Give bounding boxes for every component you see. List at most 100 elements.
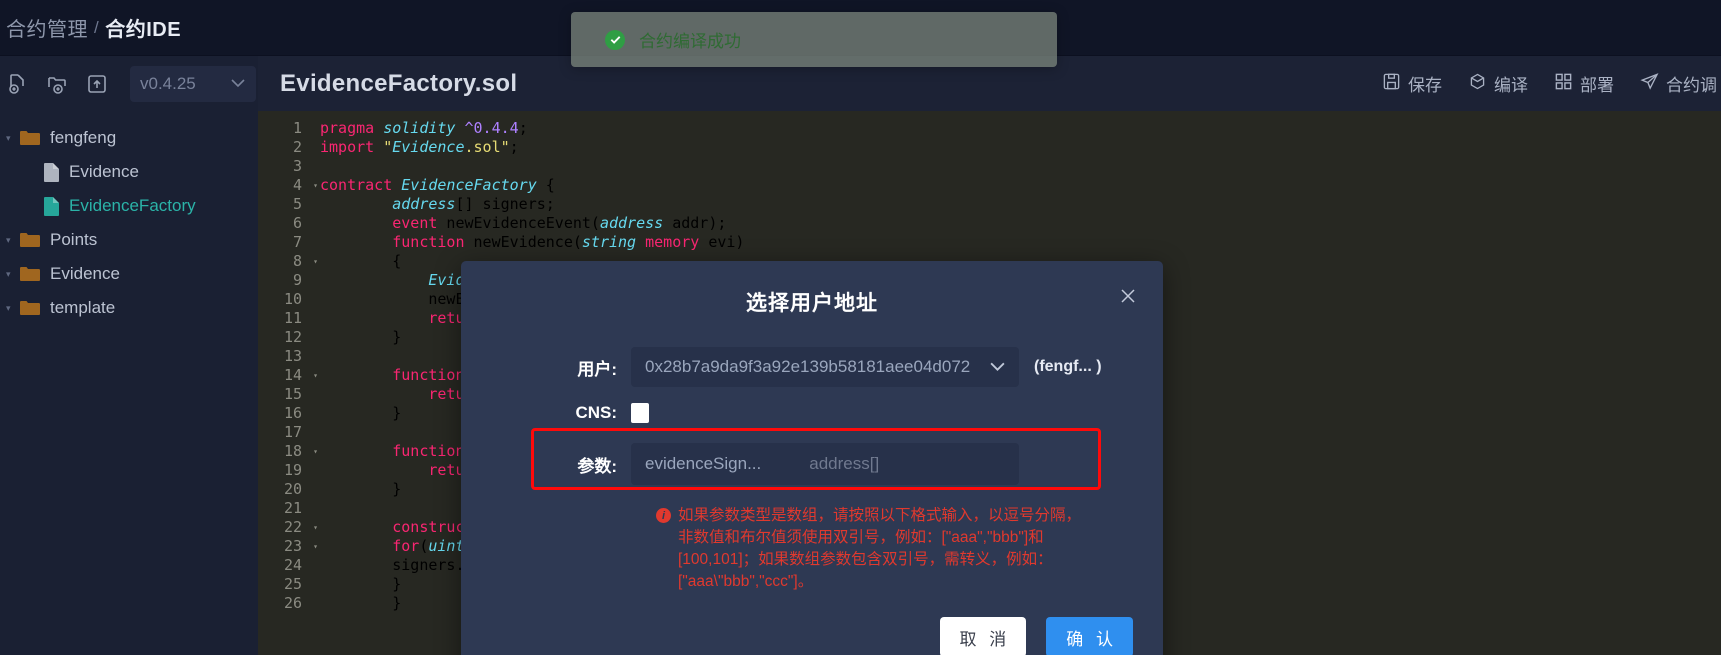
fold-toggle-icon[interactable]: ▾ [313, 176, 318, 195]
code-line: pragma solidity ^0.4.4; [320, 119, 528, 137]
confirm-button[interactable]: 确 认 [1046, 617, 1133, 655]
line-number: 2 [292, 138, 302, 156]
line-number: 18 ▾ [283, 442, 318, 460]
chevron-right-icon[interactable]: ▾ [6, 303, 20, 314]
fold-toggle-icon[interactable]: ▾ [313, 537, 318, 556]
folder-icon [20, 266, 40, 282]
line-number: 8 ▾ [292, 252, 318, 270]
line-number: 12 [283, 328, 302, 346]
cns-checkbox[interactable] [631, 403, 649, 423]
param-name-label: evidenceSign... [645, 454, 762, 473]
line-number: 5 [292, 195, 302, 213]
line-number: 13 [283, 347, 302, 365]
chevron-down-icon [230, 76, 246, 91]
close-icon[interactable] [1117, 285, 1139, 307]
array-format-hint: i 如果参数类型是数组，请按照以下格式输入，以逗号分隔，非数值和布尔值须使用双引… [656, 505, 1085, 593]
save-icon [1382, 72, 1401, 96]
line-number: 15 [283, 385, 302, 403]
sidebar-item-fengfeng[interactable]: ▾ fengfeng [0, 121, 258, 155]
fold-toggle-icon[interactable]: ▾ [313, 366, 318, 385]
chevron-right-icon[interactable]: ▾ [6, 269, 20, 280]
toast-message: 合约编译成功 [639, 32, 741, 51]
line-number: 1 [292, 119, 302, 137]
send-icon [1640, 72, 1659, 96]
breadcrumb-parent[interactable]: 合约管理 [6, 13, 88, 42]
deploy-button[interactable]: 部署 [1554, 71, 1614, 96]
chevron-right-icon[interactable]: ▾ [6, 133, 20, 144]
fold-toggle-icon[interactable]: ▾ [313, 252, 318, 271]
line-number: 21 [283, 499, 302, 517]
sidebar-item-label: Evidence [50, 264, 120, 283]
fold-toggle-icon[interactable]: ▾ [313, 442, 318, 461]
cns-field-row: CNS: [461, 403, 1163, 423]
param-label: 参数: [577, 456, 617, 476]
array-format-hint-text: 如果参数类型是数组，请按照以下格式输入，以逗号分隔，非数值和布尔值须使用双引号，… [678, 507, 1082, 590]
line-number: 4 ▾ [292, 176, 318, 194]
compile-button[interactable]: 编译 [1468, 71, 1528, 96]
deploy-label: 部署 [1580, 76, 1614, 95]
new-file-icon[interactable] [4, 71, 30, 97]
contract-debug-label: 合约调 [1666, 76, 1717, 95]
code-line: import "Evidence.sol"; [320, 138, 519, 156]
code-line: address[] signers; [392, 195, 555, 213]
sidebar-item-points[interactable]: ▾ Points [0, 223, 258, 257]
param-field-row: 参数: evidenceSign... address[] [461, 443, 1163, 485]
sidebar-item-evidence[interactable]: Evidence [0, 155, 258, 189]
save-button[interactable]: 保存 [1382, 71, 1442, 96]
sidebar-item-template[interactable]: ▾ template [0, 291, 258, 325]
upload-icon[interactable] [84, 71, 110, 97]
sidebar-item-label: EvidenceFactory [69, 196, 196, 215]
user-label: 用户: [577, 359, 617, 379]
fold-toggle-icon[interactable]: ▾ [313, 518, 318, 537]
breadcrumb-current: 合约IDE [105, 19, 182, 41]
line-number: 23 ▾ [283, 537, 318, 555]
sidebar-item-label: template [50, 298, 116, 317]
deploy-icon [1554, 72, 1573, 96]
dialog-title: 选择用户地址 [746, 292, 878, 315]
toolbar-left-group: v0.4.25 [0, 56, 258, 111]
solidity-version-select[interactable]: v0.4.25 [130, 65, 256, 102]
code-line: event newEvidenceEvent(address addr); [392, 214, 727, 232]
select-user-address-dialog: 选择用户地址 用户: 0x28b7a9da9f3a92e139b58181aee… [461, 261, 1163, 655]
line-number: 16 [283, 404, 302, 422]
line-number: 9 [292, 271, 302, 289]
code-line: contract EvidenceFactory { [320, 176, 555, 194]
cancel-button[interactable]: 取 消 [939, 617, 1027, 655]
folder-icon [20, 232, 40, 248]
line-number: 10 [283, 290, 302, 308]
line-number-gutter: 1 2 3 4 ▾ 5 6 7 8 ▾ 9 10 11 12 13 14 ▾ 15 16 17 18 ▾ 19 20 21 22 ▾… [258, 111, 318, 655]
main-area: ▾ fengfeng Evidence EvidenceFactory ▾ Points ▾… [0, 111, 1721, 655]
line-number: 14 ▾ [283, 366, 318, 384]
file-icon [44, 162, 59, 182]
contract-debug-button[interactable]: 合约调 [1640, 71, 1717, 96]
sidebar-item-label: Evidence [69, 162, 139, 181]
cns-label: CNS: [575, 403, 617, 422]
compile-label: 编译 [1494, 76, 1528, 95]
info-icon: i [656, 508, 671, 523]
sidebar-item-evidencefactory[interactable]: EvidenceFactory [0, 189, 258, 223]
page-title: EvidenceFactory.sol [280, 69, 518, 97]
file-tree-sidebar: ▾ fengfeng Evidence EvidenceFactory ▾ Points ▾… [0, 111, 258, 655]
line-number: 24 [283, 556, 302, 574]
param-input[interactable]: evidenceSign... address[] [631, 443, 1019, 485]
line-number: 20 [283, 480, 302, 498]
user-address-select[interactable]: 0x28b7a9da9f3a92e139b58181aee04d072 [631, 347, 1019, 387]
line-number: 25 [283, 575, 302, 593]
new-folder-icon[interactable] [44, 71, 70, 97]
sidebar-item-label: Points [50, 230, 98, 249]
compile-icon [1468, 72, 1487, 96]
code-line: function newEvidence(string memory evi) [392, 233, 745, 251]
sidebar-item-label: fengfeng [50, 128, 117, 147]
chevron-down-icon [989, 359, 1006, 375]
line-number: 22 ▾ [283, 518, 318, 536]
chevron-right-icon[interactable]: ▾ [6, 235, 20, 246]
folder-icon [20, 130, 40, 146]
line-number: 6 [292, 214, 302, 232]
save-label: 保存 [1408, 76, 1442, 95]
dialog-footer: 取 消 确 认 [939, 617, 1133, 655]
sidebar-item-evidence[interactable]: ▾ Evidence [0, 257, 258, 291]
breadcrumb-separator: / [94, 17, 100, 37]
user-address-value: 0x28b7a9da9f3a92e139b58181aee04d072 [645, 357, 971, 376]
line-number: 11 [283, 309, 302, 327]
